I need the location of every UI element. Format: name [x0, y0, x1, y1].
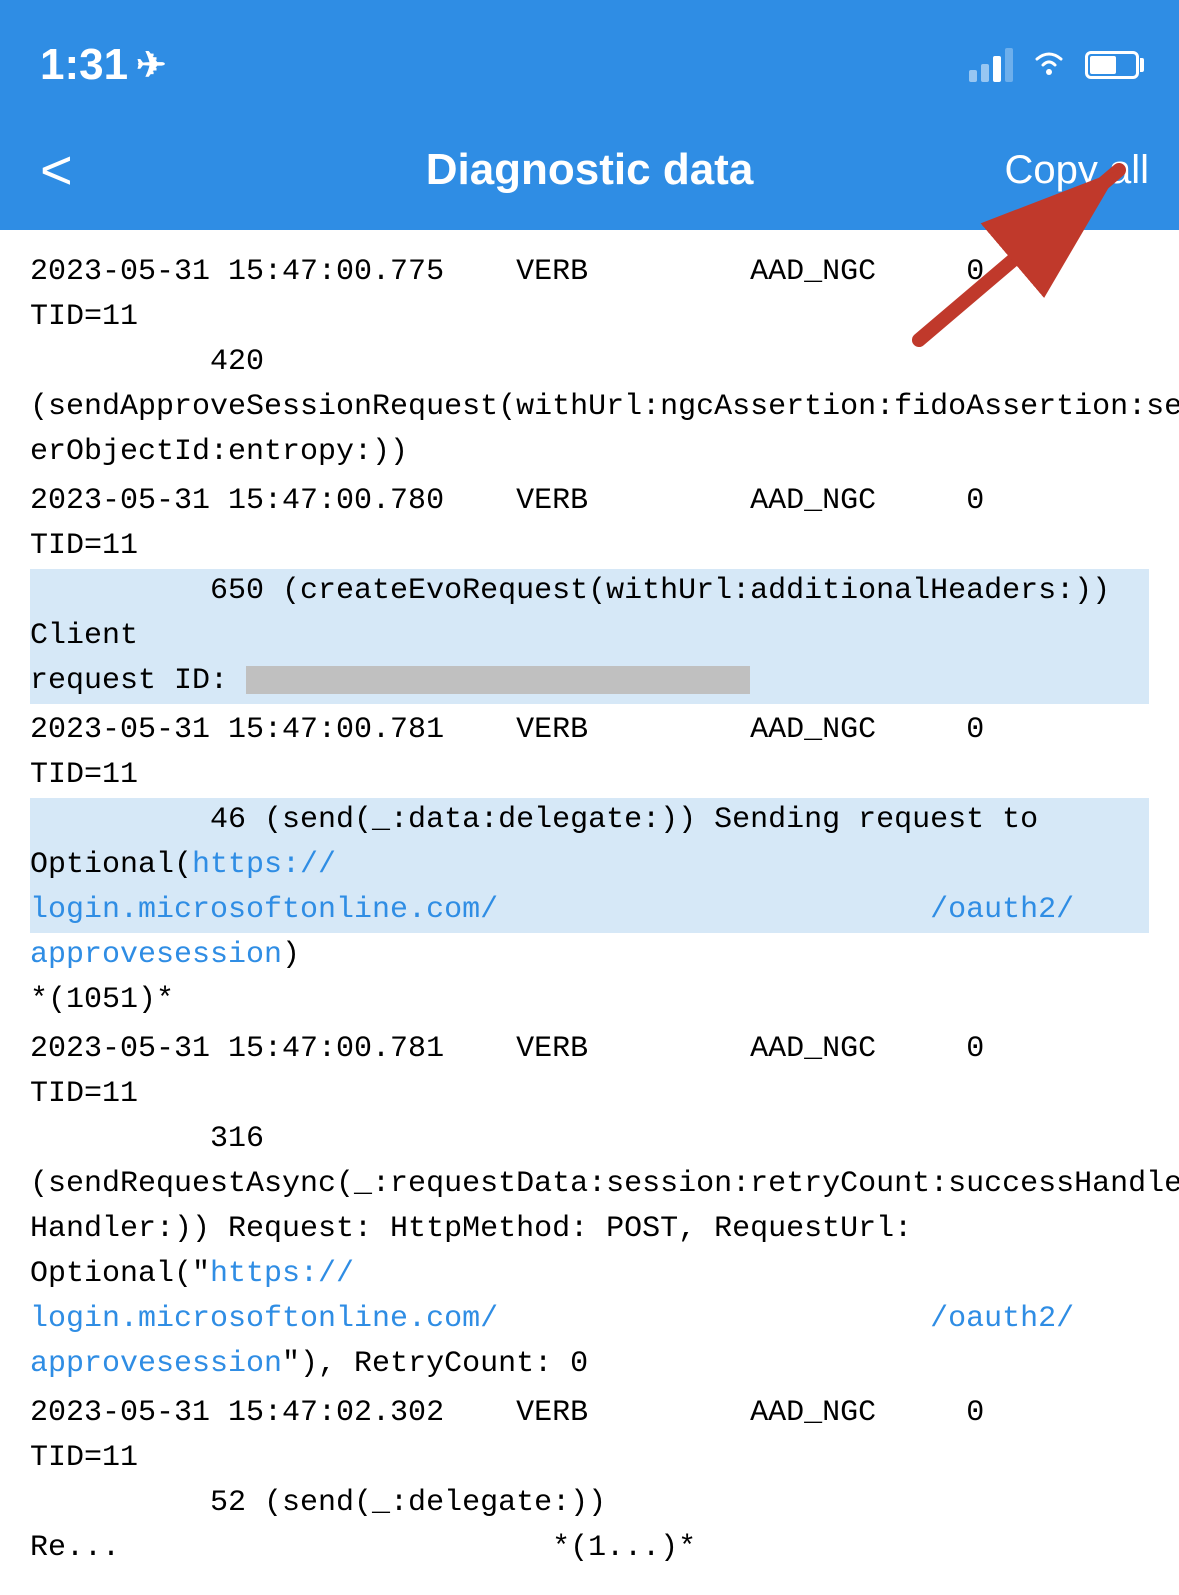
log-link[interactable]: approvesession [30, 1347, 282, 1381]
log-timestamp: 2023-05-31 15:47:00.780 [30, 484, 444, 518]
log-message-cont: erObjectId:entropy:)) [30, 430, 1149, 475]
log-header: 2023-05-31 15:47:00.780 VERB AAD_NGC 0 T… [30, 479, 1149, 569]
list-item: 2023-05-31 15:47:00.780 VERB AAD_NGC 0 T… [30, 479, 1149, 704]
log-level: VERB [516, 255, 588, 289]
log-timestamp: 2023-05-31 15:47:00.781 [30, 713, 444, 747]
log-level: VERB [516, 1396, 588, 1430]
location-icon: ✈ [136, 44, 166, 86]
log-message-partial: 52 (send(_:delegate:)) Re... *(1...)* [30, 1481, 1149, 1571]
log-tid: TID=11 [30, 758, 138, 792]
log-link[interactable]: https:// [210, 1257, 354, 1291]
log-extra: *(1051)* [30, 978, 1149, 1023]
battery-icon [1085, 51, 1139, 79]
log-code: 0 [966, 484, 984, 518]
log-tid: TID=11 [30, 1441, 138, 1475]
log-tid: TID=11 [30, 529, 138, 563]
log-content: 2023-05-31 15:47:00.775 VERB AAD_NGC 0 T… [0, 230, 1179, 1595]
redacted-value [246, 666, 750, 694]
status-icons [969, 44, 1139, 86]
copy-all-button[interactable]: Copy all [1004, 148, 1149, 193]
log-message: 316 [30, 1117, 1149, 1162]
log-timestamp: 2023-05-31 15:47:02.302 [30, 1396, 444, 1430]
log-tid: TID=11 [30, 1077, 138, 1111]
log-message-body2: Handler:)) Request: HttpMethod: POST, Re… [30, 1207, 1149, 1297]
log-message-body: (sendRequestAsync(_:requestData:session:… [30, 1162, 1149, 1207]
log-message-link: login.microsoftonline.com/ /oauth2/ [30, 1297, 1149, 1342]
log-continuation: 420 [30, 340, 1149, 385]
log-code: 0 [966, 1032, 984, 1066]
log-code: 0 [966, 1396, 984, 1430]
log-link[interactable]: login.microsoftonline.com/ [30, 893, 498, 927]
log-component: AAD_NGC [750, 713, 876, 747]
log-link[interactable]: https:// [192, 848, 336, 882]
list-item: 2023-05-31 15:47:00.781 VERB AAD_NGC 0 T… [30, 708, 1149, 1023]
log-timestamp: 2023-05-31 15:47:00.781 [30, 1032, 444, 1066]
status-time: 1:31 ✈ [40, 40, 166, 90]
time-display: 1:31 [40, 40, 128, 90]
log-code: 0 [966, 255, 984, 289]
log-link[interactable]: /oauth2/ [930, 893, 1074, 927]
log-message: 46 (send(_:data:delegate:)) Sending requ… [30, 798, 1149, 888]
signal-icon [969, 48, 1013, 82]
nav-bar: < Diagnostic data Copy all [0, 110, 1179, 230]
log-message-link: login.microsoftonline.com/ /oauth2/ [30, 888, 1149, 933]
log-message-redacted: request ID: [30, 659, 1149, 704]
log-timestamp: 2023-05-31 15:47:00.775 [30, 255, 444, 289]
log-message-end: approvesession) [30, 933, 1149, 978]
log-component: AAD_NGC [750, 484, 876, 518]
log-header: 2023-05-31 15:47:00.775 VERB AAD_NGC 0 T… [30, 250, 1149, 340]
status-bar: 1:31 ✈ [0, 0, 1179, 110]
log-message-end: approvesession"), RetryCount: 0 [30, 1342, 1149, 1387]
log-link[interactable]: login.microsoftonline.com/ [30, 1302, 498, 1336]
list-item: 2023-05-31 15:47:02.302 VERB AAD_NGC 0 T… [30, 1391, 1149, 1571]
log-level: VERB [516, 713, 588, 747]
list-item: 2023-05-31 15:47:00.781 VERB AAD_NGC 0 T… [30, 1027, 1149, 1387]
log-message: (sendApproveSessionRequest(withUrl:ngcAs… [30, 385, 1149, 430]
log-header: 2023-05-31 15:47:00.781 VERB AAD_NGC 0 T… [30, 708, 1149, 798]
page-title: Diagnostic data [426, 145, 754, 195]
log-message: 650 (createEvoRequest(withUrl:additional… [30, 569, 1149, 659]
list-item: 2023-05-31 15:47:00.775 VERB AAD_NGC 0 T… [30, 250, 1149, 475]
log-link[interactable]: /oauth2/ [930, 1302, 1074, 1336]
log-header: 2023-05-31 15:47:02.302 VERB AAD_NGC 0 T… [30, 1391, 1149, 1481]
log-component: AAD_NGC [750, 1396, 876, 1430]
log-link[interactable]: approvesession [30, 938, 282, 972]
log-header: 2023-05-31 15:47:00.781 VERB AAD_NGC 0 T… [30, 1027, 1149, 1117]
back-button[interactable]: < [30, 132, 83, 208]
log-level: VERB [516, 484, 588, 518]
wifi-icon [1029, 44, 1069, 86]
log-code: 0 [966, 713, 984, 747]
log-level: VERB [516, 1032, 588, 1066]
log-component: AAD_NGC [750, 1032, 876, 1066]
log-tid: TID=11 [30, 300, 138, 334]
log-component: AAD_NGC [750, 255, 876, 289]
